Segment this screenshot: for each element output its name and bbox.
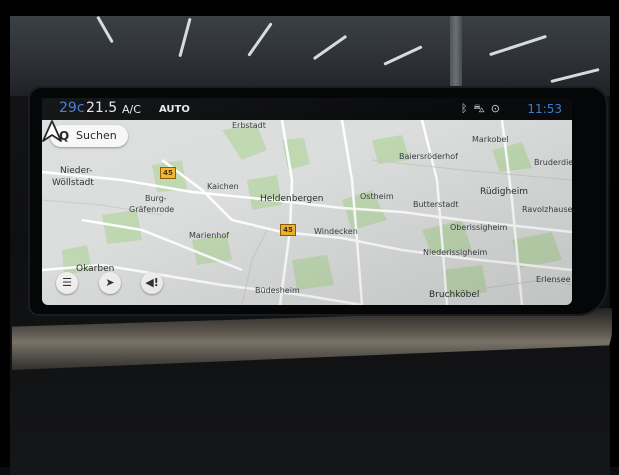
place-label: Erbstadt xyxy=(232,121,266,130)
road-shield: 45 xyxy=(280,224,296,236)
place-label: Nieder- xyxy=(60,166,93,176)
clock: 11:53 xyxy=(527,102,562,116)
photo-frame: 29c 21.5 A/C AUTO ᛒ⛍⊙ 11:53 Erbstadt Mar… xyxy=(0,0,619,475)
search-label: Suchen xyxy=(76,129,117,142)
place-label: Heldenbergen xyxy=(260,194,324,204)
place-label: Butterstadt xyxy=(413,200,459,209)
car-icon: ⛍ xyxy=(473,102,491,115)
ceiling-light xyxy=(247,22,273,57)
place-label: Wöllstadt xyxy=(52,178,94,188)
location-signal-icon: ⊙ xyxy=(490,102,506,115)
place-label: Markobel xyxy=(472,135,509,144)
ceiling-light xyxy=(312,34,348,61)
place-label: Bruchköbel xyxy=(429,290,480,300)
ceiling-light xyxy=(550,67,600,84)
navigation-map[interactable]: Erbstadt Markobel Baiersröderhof Bruderd… xyxy=(42,120,572,305)
road-shield: 45 xyxy=(160,167,176,179)
vehicle-position-icon xyxy=(42,120,62,142)
cabin-temperature[interactable]: 21.5 xyxy=(86,100,117,116)
menu-button[interactable]: ☰ xyxy=(56,272,78,294)
status-bar: 29c 21.5 A/C AUTO ᛒ⛍⊙ 11:53 xyxy=(42,98,572,120)
map-canvas xyxy=(42,120,572,305)
outside-temperature[interactable]: 29c xyxy=(59,100,85,116)
ceiling-light xyxy=(383,45,423,66)
place-label: Rüdigheim xyxy=(480,187,528,197)
place-label: Ravolzhausen xyxy=(522,205,572,214)
ac-button[interactable]: A/C xyxy=(122,103,141,116)
infotainment-screen: 29c 21.5 A/C AUTO ᛒ⛍⊙ 11:53 Erbstadt Mar… xyxy=(42,98,572,305)
place-label: Burg- xyxy=(145,194,167,203)
place-label: Kaichen xyxy=(207,182,239,191)
place-label: Baiersröderhof xyxy=(399,152,458,161)
traffic-alert-button[interactable]: ◀! xyxy=(141,272,163,294)
place-label: Marienhof xyxy=(189,231,230,240)
place-label: Gräfenrode xyxy=(129,205,175,214)
ceiling-light xyxy=(96,16,114,44)
place-label: Büdesheim xyxy=(255,286,300,295)
place-label: Niederissigheim xyxy=(423,248,488,257)
ceiling-light xyxy=(489,34,547,57)
place-label: Ostheim xyxy=(360,192,394,201)
status-icons: ᛒ⛍⊙ xyxy=(461,102,506,117)
place-label: Oberissigheim xyxy=(450,223,508,232)
menu-icon: ☰ xyxy=(62,276,72,289)
ceiling-light xyxy=(178,17,192,58)
route-button[interactable]: ➤ xyxy=(99,272,121,294)
place-label: Erlensee xyxy=(536,275,571,284)
garage-ceiling xyxy=(10,16,610,96)
ceiling-pillar xyxy=(450,16,462,96)
route-icon: ➤ xyxy=(105,276,115,289)
auto-climate-button[interactable]: AUTO xyxy=(159,104,190,115)
traffic-alert-icon: ◀! xyxy=(145,276,159,289)
place-label: Bruderdieb xyxy=(534,158,572,167)
bluetooth-icon: ᛒ xyxy=(460,102,474,115)
place-label: Windecken xyxy=(314,227,358,236)
